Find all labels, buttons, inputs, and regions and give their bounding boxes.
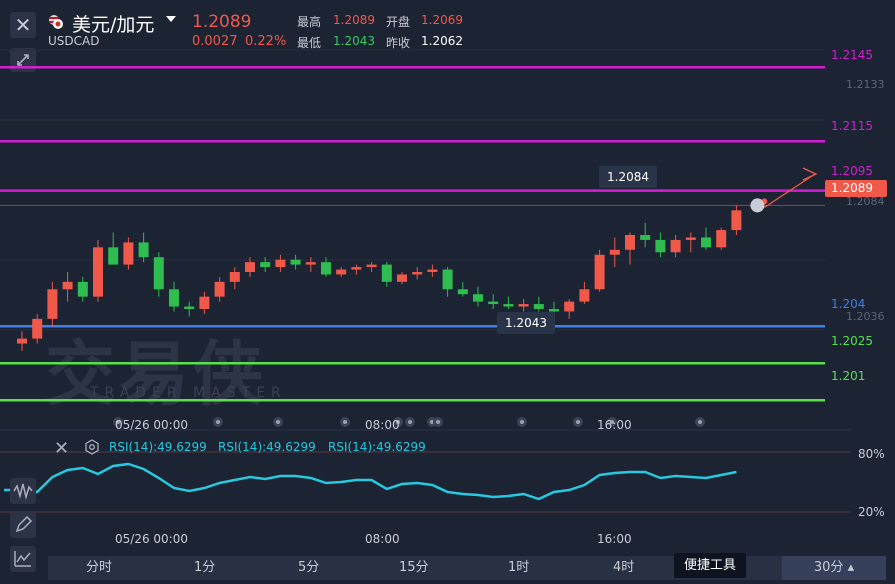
candle-body (503, 304, 514, 307)
candle-body (108, 247, 119, 265)
candle-body (670, 239, 681, 253)
draw-button[interactable] (10, 512, 36, 538)
candle-body (123, 242, 134, 265)
pencil-icon (15, 515, 33, 533)
candle-body (153, 257, 164, 290)
level-tag-0: 1.2145 (831, 48, 873, 62)
rsi-tick-80: 80% (858, 447, 885, 461)
y-tick-0: 1.2133 (846, 78, 885, 91)
tab-5m[interactable]: 5分 (298, 556, 319, 580)
event-dot-center (576, 420, 580, 424)
candle-body (305, 262, 316, 265)
candle-body (579, 289, 590, 302)
time-tick-1: 08:00 (365, 418, 400, 432)
event-dot-center (343, 420, 347, 424)
candle-body (138, 242, 149, 258)
candle-body (17, 338, 27, 344)
tab-tick[interactable]: 分时 (86, 556, 112, 580)
info-icon (750, 198, 765, 213)
line-chart-icon (14, 551, 31, 567)
settings-icon[interactable] (84, 439, 100, 459)
candle-body (457, 289, 468, 295)
candle-body (397, 274, 407, 282)
candle-body (275, 259, 286, 268)
candle-body (442, 269, 453, 290)
candle-body (594, 254, 605, 290)
time-tick-1b: 08:00 (365, 532, 400, 546)
candle-body (640, 235, 651, 240)
y-tick-2: 1.2036 (846, 310, 885, 323)
candle-body (47, 289, 58, 319)
level-tag-1: 1.2115 (831, 119, 873, 133)
candle-body (32, 318, 43, 339)
candle-body (93, 247, 103, 297)
rsi-label-2: RSI(14):49.6299 (328, 440, 426, 454)
candle-body (473, 294, 483, 302)
candle-body (381, 264, 392, 282)
rsi-label-0: RSI(14):49.6299 (109, 440, 207, 454)
level-tag-5: 1.201 (831, 369, 866, 383)
candle-body (564, 301, 575, 312)
candle-body (427, 269, 438, 272)
high-marker: 1.2084 (599, 166, 657, 188)
candle-body (366, 264, 377, 268)
timeframe-bar (48, 556, 886, 580)
candlestick-chart[interactable] (0, 0, 895, 584)
candle-body (488, 301, 499, 305)
time-tick-0b: 05/26 00:00 (115, 532, 188, 546)
tab-15m[interactable]: 15分 (399, 556, 429, 580)
tab-4h[interactable]: 4时 (613, 556, 634, 580)
low-marker: 1.2043 (497, 312, 555, 334)
event-dot-center (408, 420, 412, 424)
time-tick-2: 16:00 (597, 418, 632, 432)
rsi-label-1: RSI(14):49.6299 (218, 440, 316, 454)
tab-30m[interactable]: 30分 ▴ (782, 556, 886, 580)
indicator-button[interactable] (10, 478, 36, 504)
candle-body (184, 306, 195, 309)
rsi-line (4, 462, 737, 501)
tab-30m-label: 30分 (813, 560, 844, 575)
y-tick-1: 1.2084 (846, 195, 885, 208)
candle-body (701, 237, 711, 248)
candle-body (685, 237, 696, 240)
candle-body (351, 267, 362, 270)
waveform-icon (13, 483, 33, 500)
candle-body (229, 272, 240, 282)
candle-body (169, 289, 179, 307)
candle-body (245, 262, 255, 272)
rsi-tick-20: 20% (858, 505, 885, 519)
candle-body (62, 281, 73, 290)
time-tick-2b: 16:00 (597, 532, 632, 546)
caret-up-icon: ▴ (847, 560, 855, 575)
event-dot-center (276, 420, 280, 424)
candle-body (214, 281, 225, 297)
event-dot-center (436, 420, 440, 424)
time-tick-0: 05/26 00:00 (115, 418, 188, 432)
level-tag-2: 1.2095 (831, 164, 873, 178)
candle-body (731, 210, 742, 231)
candle-body (290, 259, 301, 265)
chart-type-button[interactable] (10, 546, 36, 572)
level-tag-4: 1.2025 (831, 334, 873, 348)
event-dot-center (216, 420, 220, 424)
candle-body (412, 272, 423, 275)
candle-body (518, 304, 529, 307)
candle-body (655, 239, 666, 253)
quick-tools-tooltip[interactable]: 便捷工具 (674, 553, 746, 578)
candle-body (199, 296, 210, 309)
candle-body (260, 262, 271, 268)
candle-body (77, 281, 88, 297)
event-dot-center (520, 420, 524, 424)
candle-body (716, 230, 727, 248)
event-dot-center (698, 420, 702, 424)
candle-body (321, 262, 331, 275)
candle-body (533, 304, 544, 309)
candle-body (336, 269, 347, 275)
close-rsi-icon[interactable]: ✕ (54, 438, 69, 459)
tab-1m[interactable]: 1分 (194, 556, 215, 580)
tab-1h[interactable]: 1时 (508, 556, 529, 580)
candle-body (625, 235, 635, 250)
candle-body (609, 249, 620, 255)
